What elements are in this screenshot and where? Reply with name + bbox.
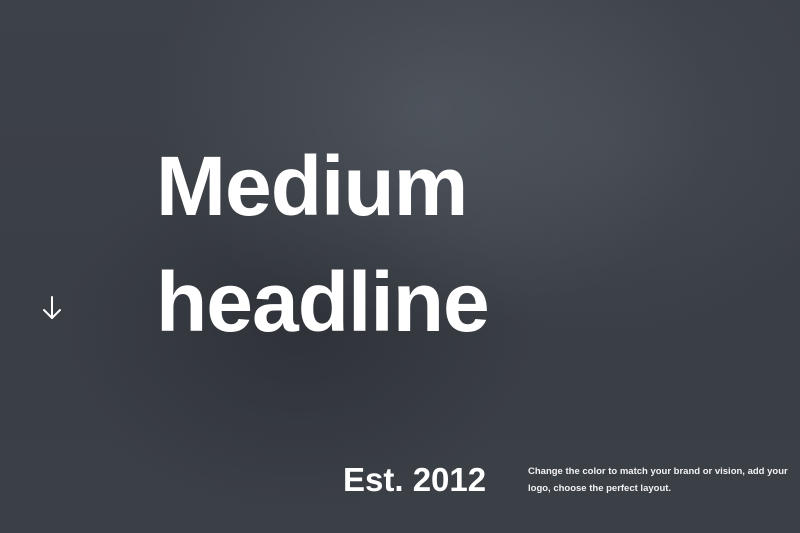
headline-line-2: headline <box>156 255 490 349</box>
headline: Medium headline <box>156 128 490 360</box>
headline-line-1: Medium <box>156 139 468 233</box>
scroll-down-arrow-icon[interactable] <box>40 294 64 322</box>
arrow-down-icon <box>43 296 61 319</box>
hero-section: Medium headline Est. 2012 Change the col… <box>0 0 800 533</box>
description-text: Change the color to match your brand or … <box>528 466 788 494</box>
established-year: Est. 2012 <box>343 461 487 498</box>
